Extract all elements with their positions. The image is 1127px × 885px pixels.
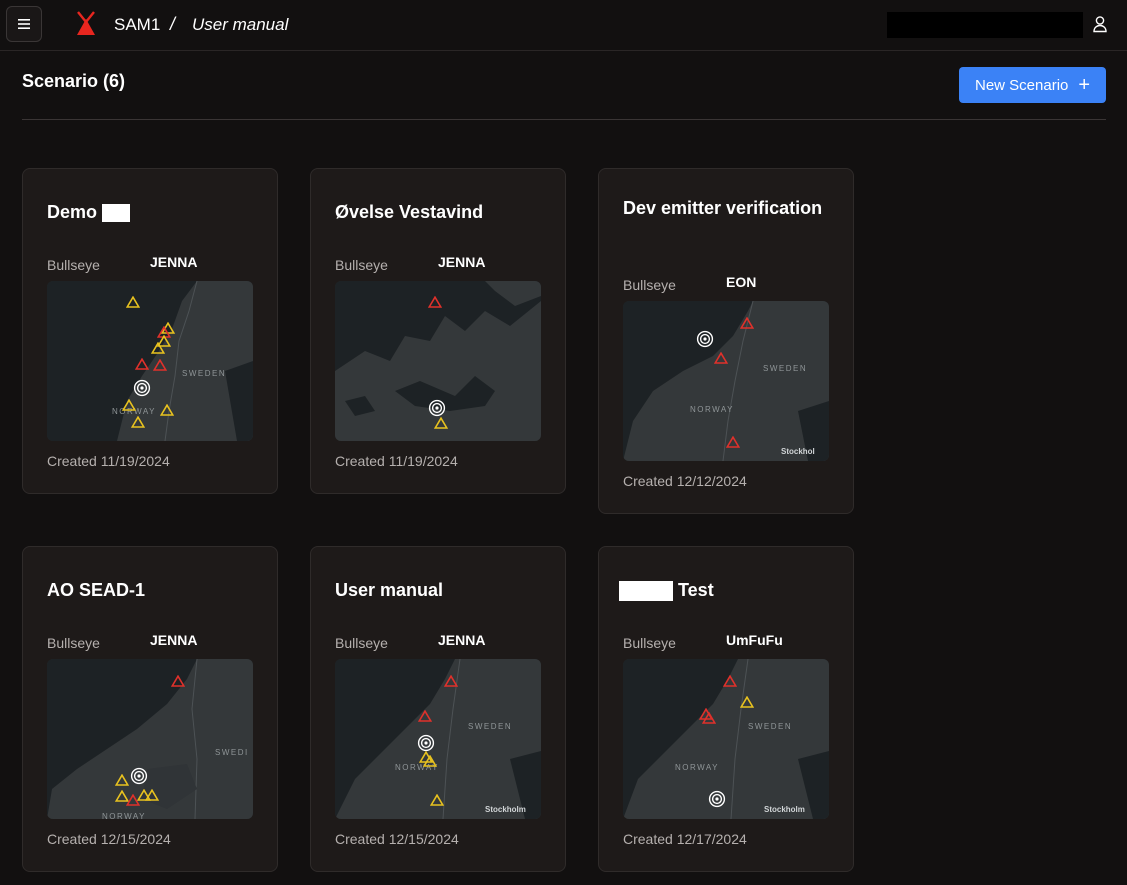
bullseye-value: JENNA [438, 632, 486, 648]
scenario-card[interactable]: Test Bullseye UmFuFu SWEDEN NORWAY Stock… [598, 546, 854, 872]
scenario-title: Demo [47, 198, 257, 226]
created-date: Created 11/19/2024 [335, 453, 458, 469]
app-name[interactable]: SAM1 [114, 15, 160, 35]
created-date: Created 12/17/2024 [623, 831, 747, 847]
created-date: Created 12/15/2024 [335, 831, 459, 847]
bullseye-value: JENNA [438, 254, 486, 270]
scenario-card[interactable]: Øvelse Vestavind Bullseye JENNA Created … [310, 168, 566, 494]
map-label-sweden: SWEDEN [468, 722, 512, 731]
redacted-text [619, 581, 673, 602]
map-label-norway: NORWAY [675, 763, 719, 772]
bullseye-label: Bullseye [47, 257, 100, 273]
scenario-card[interactable]: User manual Bullseye JENNA SWEDEN NORWAY… [310, 546, 566, 872]
breadcrumb-separator: / [170, 14, 176, 34]
scenario-map[interactable]: SWEDEN NORWAY Stockhol [623, 301, 829, 461]
scenario-title: User manual [335, 580, 444, 600]
map-label-norway: NORWAY [395, 763, 439, 772]
header-divider [22, 119, 1106, 120]
scenario-map[interactable]: SWEDI NORWAY [47, 659, 253, 819]
user-name-redacted [887, 12, 1083, 38]
redacted-text [102, 204, 131, 223]
scenario-title: Test [619, 576, 829, 604]
bullseye-label: Bullseye [335, 635, 388, 651]
bullseye-label: Bullseye [47, 635, 100, 651]
created-date: Created 12/15/2024 [47, 831, 171, 847]
bullseye-value: JENNA [150, 632, 198, 648]
scenario-title: Øvelse Vestavind [335, 202, 484, 222]
created-date: Created 12/12/2024 [623, 473, 747, 489]
sam-logo-icon[interactable] [74, 10, 98, 36]
top-bar: SAM1 / User manual [0, 0, 1127, 51]
map-label-norway: NORWAY [690, 405, 734, 414]
map-label-norway: NORWAY [102, 812, 146, 819]
hamburger-icon [18, 19, 30, 29]
bullseye-label: Bullseye [335, 257, 388, 273]
scenario-map[interactable] [335, 281, 541, 441]
bullseye-label: Bullseye [623, 635, 676, 651]
scenario-card[interactable]: Dev emitter verification Bullseye EON SW… [598, 168, 854, 514]
new-scenario-label: New Scenario [975, 76, 1069, 94]
scenario-map[interactable]: SWEDEN NORWAY Stockholm [335, 659, 541, 819]
scenario-card[interactable]: AO SEAD-1 Bullseye JENNA SWEDI NORWAY Cr… [22, 546, 278, 872]
bullseye-value: JENNA [150, 254, 198, 270]
map-label-sweden: SWEDEN [748, 722, 792, 731]
breadcrumb-current: User manual [192, 15, 289, 34]
scenario-title: Dev emitter verification [623, 198, 823, 218]
page-title: Scenario (6) [22, 71, 126, 91]
map-label-sweden: SWEDEN [182, 369, 226, 378]
user-icon[interactable] [1092, 15, 1108, 33]
bullseye-value: EON [726, 274, 757, 290]
scenario-card[interactable]: Demo Bullseye JENNA SWEDEN NORWAY Create… [22, 168, 278, 494]
map-label-stockholm: Stockholm [485, 805, 526, 814]
scenario-map[interactable]: SWEDEN NORWAY [47, 281, 253, 441]
map-label-stockholm: Stockholm [764, 805, 805, 814]
bullseye-label: Bullseye [623, 277, 676, 293]
map-label-sweden: SWEDEN [763, 364, 807, 373]
new-scenario-button[interactable]: New Scenario + [959, 67, 1106, 103]
created-date: Created 11/19/2024 [47, 453, 170, 469]
menu-button[interactable] [6, 6, 42, 42]
plus-icon: + [1078, 74, 1091, 96]
scenario-title: AO SEAD-1 [47, 580, 146, 600]
bullseye-value: UmFuFu [726, 632, 783, 648]
map-label-sweden: SWEDI [215, 748, 249, 757]
scenario-map[interactable]: SWEDEN NORWAY Stockholm [623, 659, 829, 819]
map-label-stockholm: Stockhol [781, 447, 815, 456]
